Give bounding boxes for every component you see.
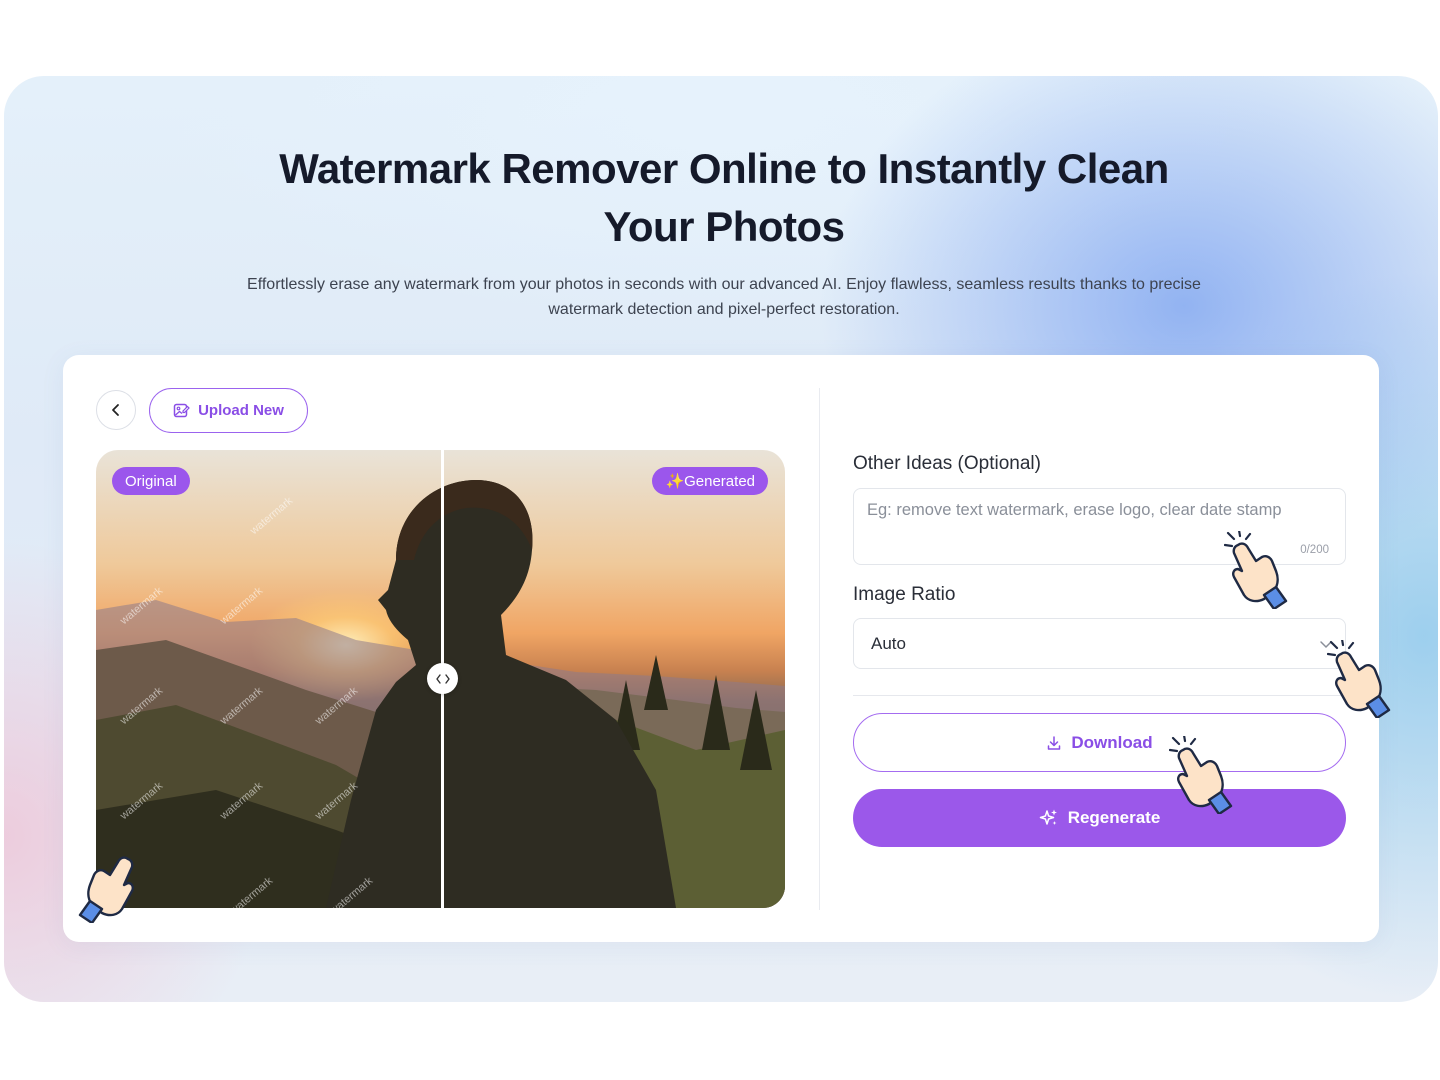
image-edit-icon [173, 403, 190, 418]
regenerate-button[interactable]: Regenerate [853, 789, 1346, 847]
chevron-left-icon [112, 404, 119, 416]
ratio-value: Auto [871, 633, 906, 653]
pointing-hand-icon [78, 856, 134, 923]
ideas-placeholder: Eg: remove text watermark, erase logo, c… [867, 501, 1282, 519]
download-icon [1048, 735, 1061, 750]
original-badge: Original [112, 467, 190, 495]
watermark-text: watermark [248, 494, 296, 538]
character-counter: 0/200 [1300, 544, 1329, 556]
page-title: Watermark Remover Online to Instantly Cl… [279, 145, 1169, 250]
compare-handle[interactable] [427, 663, 458, 694]
watermark-text: watermark [118, 779, 166, 823]
back-button[interactable] [96, 390, 136, 430]
watermark-text: watermark [218, 779, 266, 823]
pointing-hand-icon [1327, 640, 1391, 718]
before-after-preview[interactable]: watermark watermark watermark watermark … [96, 450, 785, 908]
section-divider [853, 695, 1346, 696]
compare-arrows-icon [435, 673, 450, 684]
regenerate-label: Regenerate [1067, 808, 1161, 827]
watermark-overlay: watermark watermark watermark watermark … [96, 450, 442, 908]
editor-card: Upload New watermark watermark watermark… [63, 355, 1379, 942]
image-ratio-select[interactable]: Auto [853, 618, 1346, 669]
download-label: Download [1071, 732, 1153, 752]
watermark-text: watermark [313, 779, 361, 823]
watermark-text: watermark [313, 684, 361, 728]
watermark-text: watermark [118, 584, 166, 628]
ratio-label: Image Ratio [853, 584, 956, 605]
sparkles-icon [1039, 809, 1057, 825]
ideas-label: Other Ideas (Optional) [853, 453, 1041, 474]
watermark-text: watermark [328, 874, 376, 908]
generated-badge: ✨Generated [652, 467, 768, 495]
pointing-hand-icon [1224, 531, 1288, 609]
panel-divider [819, 388, 820, 910]
page-subtitle: Effortlessly erase any watermark from yo… [247, 276, 1201, 318]
watermark-text: watermark [218, 684, 266, 728]
watermark-text: watermark [228, 874, 276, 908]
download-button[interactable]: Download [853, 713, 1346, 772]
upload-new-label: Upload New [198, 402, 284, 419]
watermark-text: watermark [118, 684, 166, 728]
watermark-text: watermark [218, 584, 266, 628]
upload-new-button[interactable]: Upload New [149, 388, 308, 433]
pointing-hand-icon [1169, 736, 1233, 814]
